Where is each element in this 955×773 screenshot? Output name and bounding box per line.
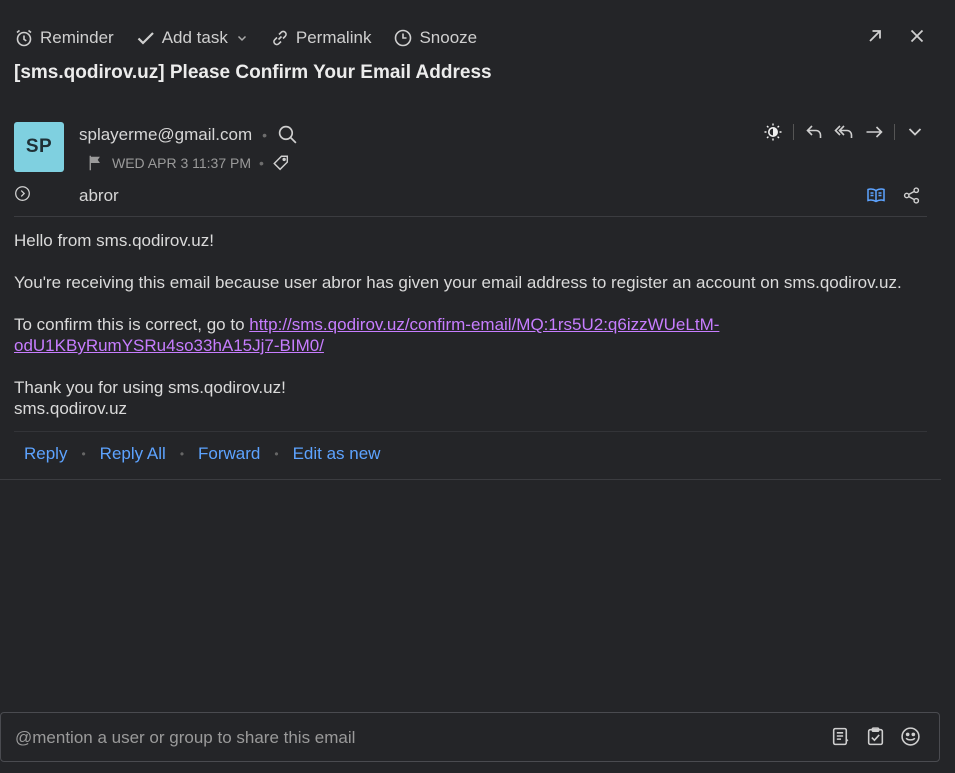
tag-icon[interactable] <box>272 154 290 172</box>
alarm-clock-icon <box>14 28 34 48</box>
note-icon[interactable] <box>830 726 851 747</box>
permalink-label: Permalink <box>295 28 372 47</box>
compose-tools <box>830 726 921 747</box>
share-icon[interactable] <box>902 185 921 205</box>
chevron-down-icon[interactable] <box>905 122 925 142</box>
separator-dot: • <box>179 447 185 461</box>
thanks-text: Thank you for using sms.qodirov.uz! <box>14 378 286 397</box>
open-external-icon[interactable] <box>865 26 885 46</box>
body-divider <box>14 431 927 432</box>
email-date: WED APR 3 11:37 PM <box>112 155 252 171</box>
section-divider <box>0 479 941 480</box>
separator-dot: • <box>274 447 279 461</box>
separator-dot: • <box>81 447 86 461</box>
divider <box>894 124 895 140</box>
theme-toggle-icon[interactable] <box>763 122 783 142</box>
add-task-button[interactable]: Add task <box>136 28 228 48</box>
clock-icon <box>393 28 413 48</box>
recipient[interactable]: abror <box>79 186 119 206</box>
sender-address[interactable]: splayerme@gmail.com <box>79 125 252 145</box>
close-icon[interactable] <box>907 26 927 46</box>
share-compose-box <box>0 712 940 762</box>
reminder-label: Reminder <box>40 28 114 47</box>
search-icon[interactable] <box>277 124 298 145</box>
snooze-button[interactable]: Snooze <box>393 28 477 48</box>
reading-mode-icon[interactable] <box>866 185 886 205</box>
reminder-button[interactable]: Reminder <box>14 28 114 48</box>
signature-text: sms.qodirov.uz <box>14 399 128 418</box>
permalink-button[interactable]: Permalink <box>270 28 372 48</box>
confirm-paragraph: To confirm this is correct, go to http:/… <box>14 314 934 356</box>
greeting-text: Hello from sms.qodirov.uz! <box>14 231 214 250</box>
reply-button[interactable]: Reply <box>24 444 67 464</box>
window-controls <box>865 26 927 46</box>
divider <box>793 124 794 140</box>
task-clipboard-icon[interactable] <box>865 726 886 747</box>
reply-actions: Reply • Reply All • Forward • Edit as ne… <box>24 444 380 464</box>
message-actions <box>763 122 925 142</box>
emoji-icon[interactable] <box>900 726 921 747</box>
edit-as-new-button[interactable]: Edit as new <box>293 444 381 464</box>
expand-recipients-icon[interactable] <box>14 185 31 202</box>
email-viewer: Reminder Add task Permalink Snooze [sms.… <box>0 0 955 773</box>
sender-row: splayerme@gmail.com • <box>79 124 298 145</box>
meta-row: WED APR 3 11:37 PM • <box>86 154 290 172</box>
confirm-prefix: To confirm this is correct, go to <box>14 315 250 334</box>
snooze-label: Snooze <box>419 28 478 47</box>
top-toolbar: Reminder Add task Permalink Snooze <box>14 24 499 52</box>
chevron-down-icon[interactable] <box>236 32 248 44</box>
separator-dot: • <box>259 155 264 171</box>
checkmark-icon <box>136 28 156 48</box>
header-divider <box>14 216 927 217</box>
mention-input[interactable] <box>15 725 795 751</box>
reply-icon[interactable] <box>804 122 824 142</box>
reply-all-icon[interactable] <box>834 122 854 142</box>
add-task-label: Add task <box>161 28 228 47</box>
avatar: SP <box>14 122 64 172</box>
side-actions <box>866 185 921 205</box>
email-body: Hello from sms.qodirov.uz! You're receiv… <box>14 230 934 419</box>
reason-text: You're receiving this email because user… <box>14 273 902 292</box>
link-icon <box>270 28 290 48</box>
forward-icon[interactable] <box>864 122 884 142</box>
email-subject: [sms.qodirov.uz] Please Confirm Your Ema… <box>14 62 492 83</box>
reply-all-button[interactable]: Reply All <box>100 444 166 464</box>
forward-button[interactable]: Forward <box>198 444 260 464</box>
separator-dot: • <box>262 126 268 143</box>
flag-icon[interactable] <box>86 154 104 172</box>
